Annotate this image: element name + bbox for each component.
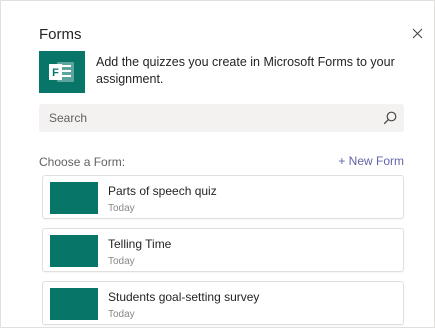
form-thumbnail bbox=[50, 182, 98, 214]
svg-text:F: F bbox=[52, 67, 59, 79]
form-date: Today bbox=[108, 256, 135, 267]
search-button[interactable] bbox=[376, 104, 404, 132]
form-title: Telling Time bbox=[108, 237, 172, 251]
form-date: Today bbox=[108, 203, 135, 214]
form-item[interactable]: Telling Time Today bbox=[42, 228, 404, 272]
form-thumbnail bbox=[50, 235, 98, 267]
dialog-description: Add the quizzes you create in Microsoft … bbox=[96, 55, 395, 86]
form-title: Parts of speech quiz bbox=[108, 184, 217, 198]
microsoft-forms-icon: F bbox=[39, 51, 85, 93]
search-input[interactable] bbox=[39, 111, 376, 125]
form-item[interactable]: Parts of speech quiz Today bbox=[42, 175, 404, 219]
forms-dialog: Forms F Add the quizzes you create in Mi… bbox=[0, 0, 435, 328]
form-item[interactable]: Students goal-setting survey Today bbox=[42, 281, 404, 325]
dialog-title: Forms bbox=[39, 26, 82, 43]
close-icon bbox=[412, 28, 422, 38]
form-title: Students goal-setting survey bbox=[108, 290, 260, 304]
forms-list: Parts of speech quiz Today Telling Time … bbox=[42, 175, 404, 327]
form-date: Today bbox=[108, 309, 135, 320]
choose-form-label: Choose a Form: bbox=[39, 155, 126, 169]
close-button[interactable] bbox=[407, 23, 427, 43]
search-box bbox=[39, 104, 404, 132]
new-form-link[interactable]: + New Form bbox=[338, 154, 404, 168]
form-thumbnail bbox=[50, 288, 98, 320]
search-icon bbox=[383, 111, 397, 125]
